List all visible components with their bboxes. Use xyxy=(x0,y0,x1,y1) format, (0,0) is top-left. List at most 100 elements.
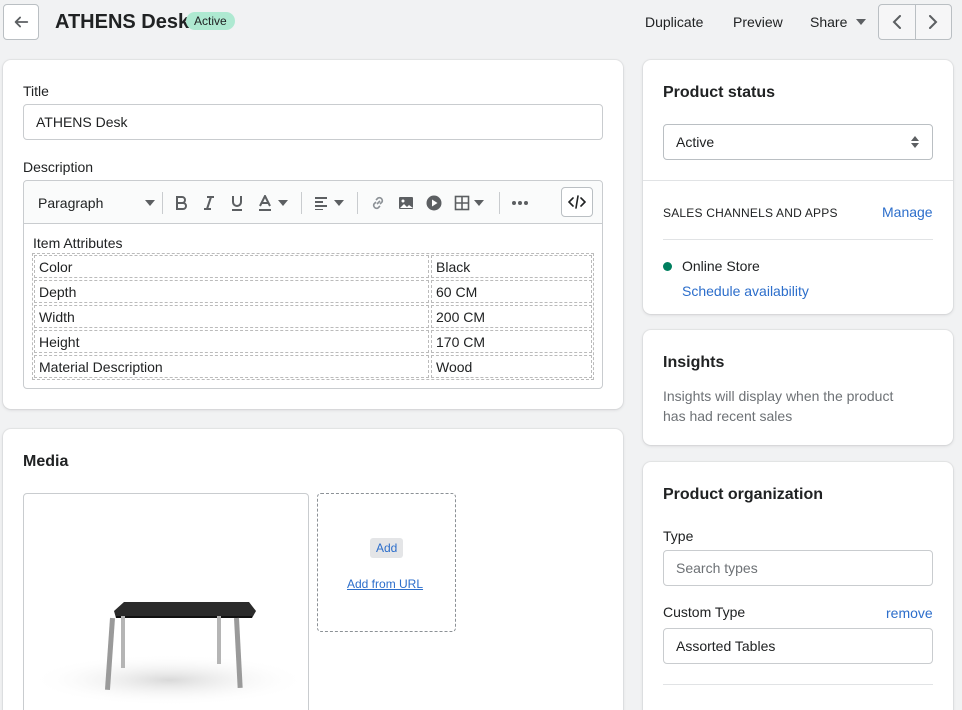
custom-type-label: Custom Type xyxy=(663,604,746,620)
product-organization-title: Product organization xyxy=(663,486,823,503)
insights-text-line2: has had recent sales xyxy=(663,408,793,424)
more-horizontal-icon xyxy=(512,201,528,205)
description-label: Description xyxy=(23,159,94,175)
title-label: Title xyxy=(23,83,49,99)
product-status-card: Product status Active SALES CHANNELS AND… xyxy=(643,60,953,314)
manage-channels-link[interactable]: Manage xyxy=(882,204,933,220)
align-button[interactable] xyxy=(314,193,344,213)
attribute-value: 200 CM xyxy=(431,305,592,328)
product-status-title: Product status xyxy=(663,84,776,101)
custom-type-input[interactable]: Assorted Tables xyxy=(663,628,933,664)
table-icon xyxy=(454,195,470,211)
insert-image-button[interactable] xyxy=(398,193,414,213)
attributes-heading: Item Attributes xyxy=(33,235,123,251)
share-button[interactable]: Share xyxy=(810,14,867,30)
caret-down-icon xyxy=(145,200,156,206)
code-icon xyxy=(568,195,586,209)
attribute-key: Depth xyxy=(34,280,429,303)
arrow-left-icon xyxy=(14,16,29,28)
table-row: Color Black xyxy=(33,254,593,279)
share-label: Share xyxy=(810,14,848,30)
add-media-button[interactable]: Add xyxy=(370,538,404,558)
attribute-value: 60 CM xyxy=(431,280,592,303)
status-select-value: Active xyxy=(676,134,715,150)
attribute-key: Material Description xyxy=(34,355,429,378)
product-pager xyxy=(878,4,952,40)
add-from-url-link[interactable]: Add from URL xyxy=(347,577,423,591)
desk-product-image xyxy=(29,602,308,706)
bold-button[interactable] xyxy=(174,193,188,213)
previous-product-button[interactable] xyxy=(879,5,915,39)
type-search-input[interactable]: Search types xyxy=(663,550,933,586)
toolbar-divider xyxy=(301,192,302,214)
type-label: Type xyxy=(663,528,694,544)
next-product-button[interactable] xyxy=(914,5,951,39)
section-divider xyxy=(663,684,933,685)
attributes-table: Color Black Depth 60 CM Width 200 CM Hei… xyxy=(32,253,594,380)
link-button[interactable] xyxy=(370,193,386,213)
online-store-label: Online Store xyxy=(682,258,760,274)
chevron-right-icon xyxy=(929,15,938,29)
more-actions-button[interactable] xyxy=(511,193,529,213)
table-row: Width 200 CM xyxy=(33,304,593,329)
product-details-card: Title ATHENS Desk Description Paragraph xyxy=(3,60,623,409)
duplicate-button[interactable]: Duplicate xyxy=(645,14,703,30)
align-left-icon xyxy=(315,197,327,210)
image-icon xyxy=(399,197,413,209)
description-editor: Paragraph Item Attributes Color Black De… xyxy=(23,180,603,389)
table-row: Depth 60 CM xyxy=(33,279,593,304)
attribute-key: Color xyxy=(34,255,429,278)
card-divider xyxy=(643,180,953,181)
insert-table-button[interactable] xyxy=(454,193,484,213)
schedule-availability-link[interactable]: Schedule availability xyxy=(682,283,809,299)
bold-icon xyxy=(176,196,187,210)
show-html-button[interactable] xyxy=(561,187,593,217)
caret-down-icon xyxy=(278,200,288,206)
underline-button[interactable] xyxy=(230,193,244,213)
table-row: Material Description Wood xyxy=(33,354,593,379)
back-button[interactable] xyxy=(3,4,39,40)
editor-toolbar: Paragraph xyxy=(24,181,602,224)
media-thumbnail[interactable] xyxy=(23,493,309,710)
text-color-icon xyxy=(259,195,271,211)
product-organization-card: Product organization Type Search types C… xyxy=(643,462,953,710)
play-circle-icon xyxy=(426,195,442,211)
caret-down-icon xyxy=(334,200,344,206)
attribute-value: Wood xyxy=(431,355,592,378)
chevron-left-icon xyxy=(892,15,901,29)
media-upload-dropzone[interactable]: Add Add from URL xyxy=(317,493,456,632)
table-row: Height 170 CM xyxy=(33,329,593,354)
media-title: Media xyxy=(23,453,69,470)
sales-channels-heading: SALES CHANNELS AND APPS xyxy=(663,206,838,220)
insights-text-line1: Insights will display when the product xyxy=(663,388,894,404)
section-divider xyxy=(663,239,933,240)
insights-title: Insights xyxy=(663,354,725,371)
status-select[interactable]: Active xyxy=(663,124,933,160)
attribute-key: Width xyxy=(34,305,429,328)
toolbar-divider xyxy=(499,192,500,214)
toolbar-divider xyxy=(357,192,358,214)
channel-status-dot xyxy=(663,262,672,271)
select-arrows-icon xyxy=(911,136,919,148)
page-title: ATHENS Desk xyxy=(55,11,190,33)
italic-icon xyxy=(204,196,214,210)
attribute-value: Black xyxy=(431,255,592,278)
underline-icon xyxy=(232,196,242,211)
attribute-key: Height xyxy=(34,330,429,353)
link-icon xyxy=(372,196,384,210)
preview-button[interactable]: Preview xyxy=(733,14,783,30)
italic-button[interactable] xyxy=(202,193,216,213)
attribute-value: 170 CM xyxy=(431,330,592,353)
insert-video-button[interactable] xyxy=(426,193,442,213)
insights-card: Insights Insights will display when the … xyxy=(643,330,953,445)
caret-down-icon xyxy=(856,19,867,25)
paragraph-format-select[interactable]: Paragraph xyxy=(38,193,156,213)
text-color-button[interactable] xyxy=(258,193,288,213)
page-header: ATHENS Desk Active Duplicate Preview Sha… xyxy=(0,0,962,44)
title-input[interactable]: ATHENS Desk xyxy=(23,104,603,140)
status-badge: Active xyxy=(186,12,235,30)
toolbar-divider xyxy=(162,192,163,214)
paragraph-label: Paragraph xyxy=(38,195,104,211)
caret-down-icon xyxy=(474,200,484,206)
remove-custom-type-link[interactable]: remove xyxy=(886,605,933,621)
